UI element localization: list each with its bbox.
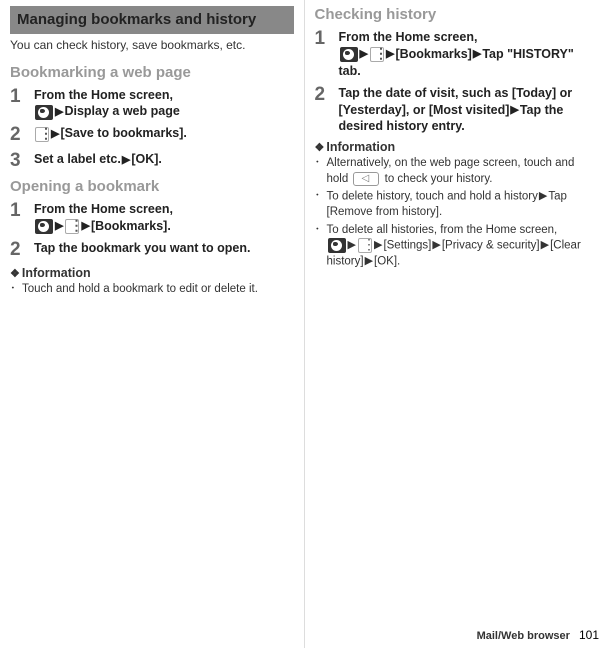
step-text: From the Home screen, ▶Display a web pag… <box>34 87 294 121</box>
subheading-checking: Checking history <box>315 6 600 23</box>
menu-icon <box>65 219 79 234</box>
intro-text: You can check history, save bookmarks, e… <box>10 38 294 54</box>
step-fragment: [Bookmarks] <box>395 47 471 61</box>
step-row: 2 ▶[Save to bookmarks]. <box>10 125 294 146</box>
step-number: 1 <box>10 87 34 121</box>
bullet-fragment: [OK]. <box>374 256 400 268</box>
info-heading: ❖Information <box>315 140 600 154</box>
diamond-icon: ❖ <box>315 142 325 154</box>
step-fragment: [Save to bookmarks]. <box>60 126 186 140</box>
step-text: Set a label etc.▶[OK]. <box>34 151 294 172</box>
bullet-fragment: [Privacy & security] <box>442 240 540 252</box>
browser-icon <box>35 219 53 234</box>
bullet-text: Alternatively, on the web page screen, t… <box>327 156 600 187</box>
arrow-icon: ▶ <box>473 47 481 62</box>
step-row: 1 From the Home screen, ▶Display a web p… <box>10 87 294 121</box>
step-fragment: [OK]. <box>131 152 162 166</box>
step-number: 2 <box>10 240 34 261</box>
step-fragment: [Bookmarks]. <box>91 219 171 233</box>
bullet-item: ･ To delete all histories, from the Home… <box>315 223 600 271</box>
step-fragment: From the Home screen, <box>34 202 173 216</box>
page-footer: Mail/Web browser 101 <box>477 628 599 642</box>
bullet-item: ･ Alternatively, on the web page screen,… <box>315 156 600 187</box>
step-text: From the Home screen, ▶▶[Bookmarks]▶Tap … <box>339 29 600 80</box>
bullet-fragment: To delete history, touch and hold a hist… <box>327 191 538 203</box>
step-number: 2 <box>315 85 339 136</box>
info-title: Information <box>22 266 91 280</box>
arrow-icon: ▶ <box>360 47 368 62</box>
step-text: ▶[Save to bookmarks]. <box>34 125 294 146</box>
step-number: 1 <box>315 29 339 80</box>
menu-icon <box>370 47 384 62</box>
bullet-text: Touch and hold a bookmark to edit or del… <box>22 282 294 298</box>
diamond-icon: ❖ <box>10 268 20 280</box>
subheading-opening: Opening a bookmark <box>10 178 294 195</box>
info-heading: ❖Information <box>10 266 294 280</box>
step-row: 2 Tap the bookmark you want to open. <box>10 240 294 261</box>
step-fragment: Set a label etc. <box>34 152 121 166</box>
arrow-icon: ▶ <box>55 219 63 234</box>
step-text: Tap the date of visit, such as [Today] o… <box>339 85 600 136</box>
arrow-icon: ▶ <box>432 238 440 253</box>
bullet-dot: ･ <box>10 282 22 298</box>
bullet-item: ･ Touch and hold a bookmark to edit or d… <box>10 282 294 298</box>
arrow-icon: ▶ <box>55 105 63 120</box>
chapter-name: Mail/Web browser <box>477 630 570 642</box>
info-title: Information <box>326 140 395 154</box>
bullet-text: To delete history, touch and hold a hist… <box>327 189 600 220</box>
arrow-icon: ▶ <box>539 189 547 204</box>
menu-icon <box>35 127 49 142</box>
page-number: 101 <box>579 628 599 642</box>
step-row: 1 From the Home screen, ▶▶[Bookmarks]. <box>10 201 294 235</box>
step-row: 3 Set a label etc.▶[OK]. <box>10 151 294 172</box>
browser-icon <box>340 47 358 62</box>
browser-icon <box>35 105 53 120</box>
arrow-icon: ▶ <box>122 153 130 168</box>
step-fragment: Display a web page <box>64 104 179 118</box>
bullet-item: ･ To delete history, touch and hold a hi… <box>315 189 600 220</box>
arrow-icon: ▶ <box>365 254 373 269</box>
bullet-dot: ･ <box>315 223 327 271</box>
step-number: 2 <box>10 125 34 146</box>
bullet-fragment: To delete all histories, from the Home s… <box>327 224 558 236</box>
step-number: 3 <box>10 151 34 172</box>
menu-icon <box>358 238 372 253</box>
bullet-dot: ･ <box>315 156 327 187</box>
subheading-bookmarking: Bookmarking a web page <box>10 64 294 81</box>
arrow-icon: ▶ <box>541 238 549 253</box>
arrow-icon: ▶ <box>348 238 356 253</box>
bullet-dot: ･ <box>315 189 327 220</box>
step-text: From the Home screen, ▶▶[Bookmarks]. <box>34 201 294 235</box>
step-number: 1 <box>10 201 34 235</box>
step-fragment: From the Home screen, <box>339 30 478 44</box>
browser-icon <box>328 238 346 253</box>
step-row: 2 Tap the date of visit, such as [Today]… <box>315 85 600 136</box>
step-row: 1 From the Home screen, ▶▶[Bookmarks]▶Ta… <box>315 29 600 80</box>
back-key-icon <box>353 172 379 186</box>
section-header: Managing bookmarks and history <box>10 6 294 34</box>
bullet-text: To delete all histories, from the Home s… <box>327 223 600 271</box>
bullet-fragment: to check your history. <box>381 173 492 185</box>
bullet-fragment: [Settings] <box>383 240 431 252</box>
step-fragment: From the Home screen, <box>34 88 173 102</box>
step-text: Tap the bookmark you want to open. <box>34 240 294 261</box>
arrow-icon: ▶ <box>510 103 518 118</box>
